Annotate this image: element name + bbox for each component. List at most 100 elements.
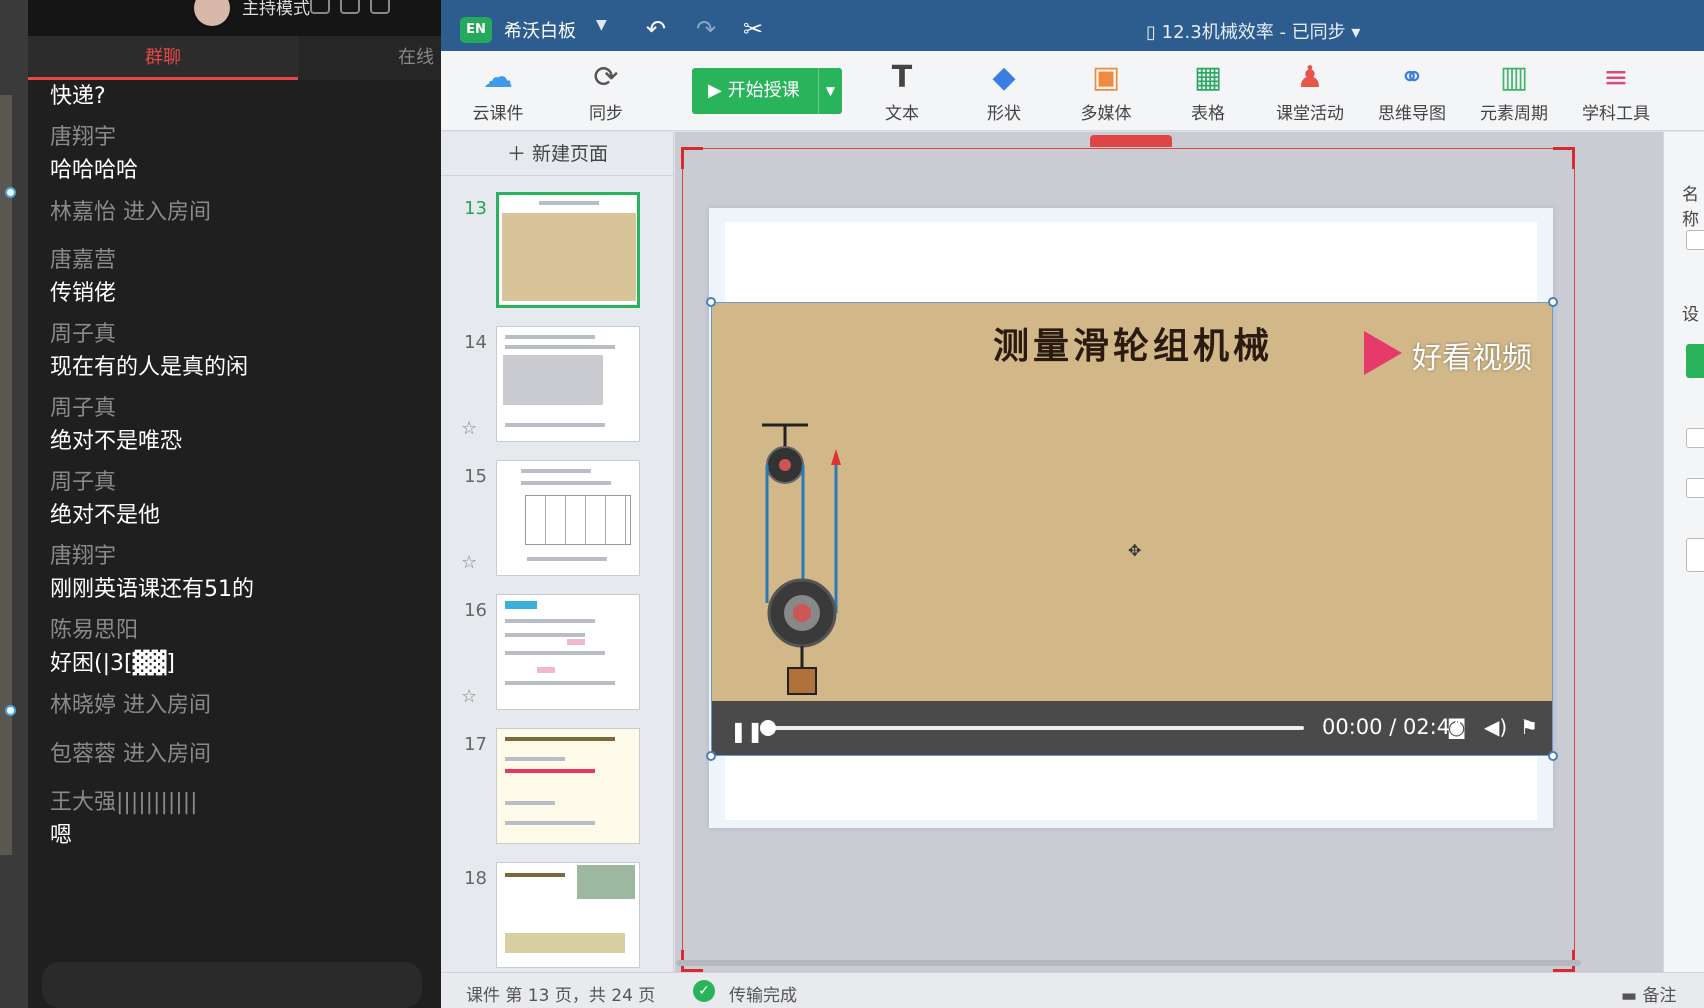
star-icon[interactable]: ☆ (461, 418, 477, 439)
plus-icon: ＋ (506, 143, 533, 165)
page-thumbnail-panel: ＋ 新建页面 13 14 ☆ 15 ☆ 16 ☆ 17 18 (441, 132, 674, 972)
mindmap-button[interactable]: ⚭ 思维导图 (1367, 59, 1457, 124)
camera-icon[interactable]: ◙ (1447, 715, 1466, 739)
subject-tools-button[interactable]: ≡ 学科工具 (1571, 59, 1661, 124)
play-icon: ▶ (708, 80, 728, 101)
properties-panel: 名称 设 (1663, 132, 1704, 972)
page-thumbnail[interactable] (496, 192, 640, 308)
table-tool-button[interactable]: ▦ 表格 (1163, 59, 1253, 124)
slide[interactable]: 测量滑轮组机械 好看视频 ✥ ❚❚ 00:00 / 02:44 ◙ ◀) ⚑ (706, 208, 1558, 828)
page-number: 16 (464, 600, 487, 621)
page-thumbnail-row[interactable]: 17 (441, 728, 674, 862)
panel-checkbox[interactable] (1686, 428, 1704, 448)
resize-handle-bottom[interactable] (5, 705, 16, 716)
page-thumbnail[interactable] (496, 728, 640, 844)
class-activity-button[interactable]: ♟ 课堂活动 (1265, 59, 1355, 124)
page-number: 13 (464, 198, 487, 219)
start-class-button[interactable]: ▶ 开始授课 ▼ (692, 68, 842, 114)
tab-online[interactable]: 在线 (398, 36, 434, 80)
host-avatar[interactable] (194, 0, 230, 26)
pulley-diagram (762, 423, 841, 695)
resize-handle[interactable] (706, 751, 716, 761)
progress-track[interactable] (768, 726, 1304, 730)
progress-knob[interactable] (760, 720, 776, 736)
video-player[interactable]: 测量滑轮组机械 好看视频 ✥ ❚❚ 00:00 / 02:44 ◙ ◀) ⚑ (711, 302, 1553, 756)
panel-toggle-button[interactable] (1686, 344, 1704, 378)
resize-handle[interactable] (1548, 297, 1558, 307)
message-text: 好困(|3[▓▓] (50, 651, 175, 676)
start-class-dropdown-icon[interactable]: ▼ (818, 68, 842, 114)
app-logo: EN (460, 17, 492, 43)
background-window-edge (0, 0, 28, 1008)
flag-icon[interactable]: ⚑ (1520, 715, 1538, 739)
page-thumbnail[interactable] (496, 460, 640, 576)
scissors-icon[interactable]: ✂ (743, 15, 763, 43)
page-thumbnail[interactable] (496, 326, 640, 442)
table-tool-label: 表格 (1191, 104, 1225, 124)
app-name[interactable]: 希沃白板 (504, 17, 576, 43)
mindmap-icon: ⚭ (1399, 60, 1425, 95)
start-class-label: 开始授课 (727, 80, 800, 101)
tab-group-chat[interactable]: 群聊 (28, 36, 298, 80)
panel-field[interactable] (1686, 538, 1704, 572)
undo-icon[interactable]: ↶ (646, 15, 666, 43)
resize-handle[interactable] (706, 297, 716, 307)
edit-icon[interactable] (340, 0, 360, 14)
redo-icon[interactable]: ↷ (696, 15, 716, 43)
cloud-label: 云课件 (472, 104, 524, 124)
page-thumbnail[interactable] (496, 862, 640, 968)
sync-button[interactable]: ⟳ 同步 (561, 59, 651, 124)
media-tool-button[interactable]: ▣ 多媒体 (1061, 59, 1151, 124)
layout-icon[interactable] (1686, 230, 1704, 250)
cloud-icon: ☁ (483, 60, 513, 95)
resize-handle-top[interactable] (5, 187, 16, 198)
shape-tool-button[interactable]: ◆ 形状 (959, 59, 1049, 124)
canvas-area[interactable]: 测量滑轮组机械 好看视频 ✥ ❚❚ 00:00 / 02:44 ◙ ◀) ⚑ (675, 132, 1693, 976)
thumb-line (505, 423, 605, 427)
message-text: 嗯 (50, 823, 73, 848)
resize-handle[interactable] (1548, 751, 1558, 761)
new-page-label: 新建页面 (532, 143, 609, 165)
sync-icon: ⟳ (593, 60, 619, 95)
frame-corner[interactable] (1553, 147, 1575, 169)
document-chevron-icon: ▾ (1345, 22, 1361, 43)
message-sender: 唐翔宇 (50, 125, 117, 150)
page-thumbnail-row[interactable]: 13 (441, 192, 674, 326)
panel-checkbox[interactable] (1686, 478, 1704, 498)
brand-logo-icon (1364, 331, 1402, 375)
text-tool-label: 文本 (885, 104, 919, 124)
star-icon[interactable]: ☆ (461, 686, 477, 707)
message-text: 快递? (50, 84, 106, 109)
page-thumbnail-row[interactable]: 14 ☆ (441, 326, 674, 460)
chat-panel: 主持模式 群聊 在线 快递? 唐翔宇 哈哈哈哈 林嘉怡 进入房间 唐嘉营 传销佬… (28, 0, 441, 1008)
notes-button[interactable]: ▬ 备注 (1621, 981, 1676, 1006)
page-thumbnail-row[interactable]: 16 ☆ (441, 594, 674, 728)
thumb-title (539, 201, 599, 205)
cloud-courseware-button[interactable]: ☁ 云课件 (453, 59, 543, 124)
page-thumbnail-row[interactable]: 15 ☆ (441, 460, 674, 594)
chat-input[interactable] (42, 962, 422, 1008)
pause-icon[interactable]: ❚❚ (730, 719, 764, 743)
message-sender: 周子真 (50, 470, 117, 495)
star-icon[interactable]: ☆ (461, 552, 477, 573)
document-title[interactable]: ▯ 12.3机械效率 - 已同步 ▾ (1146, 18, 1360, 44)
periodic-table-button[interactable]: ▥ 元素周期 (1469, 59, 1559, 124)
subject-tools-icon: ≡ (1603, 60, 1629, 95)
chat-message: 周子真 现在有的人是真的闲 (50, 319, 430, 385)
volume-icon[interactable]: ◀) (1484, 715, 1507, 739)
app-menu-chevron-icon[interactable]: ▼ (596, 17, 607, 33)
move-cursor-icon: ✥ (1128, 541, 1142, 560)
page-thumbnail[interactable] (496, 594, 640, 710)
horizontal-scrollbar[interactable] (676, 960, 1581, 966)
system-message: 林晓婷 进入房间 (50, 693, 211, 718)
thumb-picture (577, 865, 635, 899)
frame-corner[interactable] (681, 147, 703, 169)
text-tool-button[interactable]: T 文本 (857, 59, 947, 124)
new-page-button[interactable]: ＋ 新建页面 (441, 132, 674, 176)
thumb-title (505, 873, 565, 877)
frame-drag-handle[interactable] (1090, 135, 1172, 147)
menu-icon[interactable] (370, 0, 390, 14)
settings-icon[interactable] (310, 0, 330, 14)
thumb-blank (537, 667, 555, 673)
screen: 主持模式 群聊 在线 快递? 唐翔宇 哈哈哈哈 林嘉怡 进入房间 唐嘉营 传销佬… (0, 0, 1704, 1008)
